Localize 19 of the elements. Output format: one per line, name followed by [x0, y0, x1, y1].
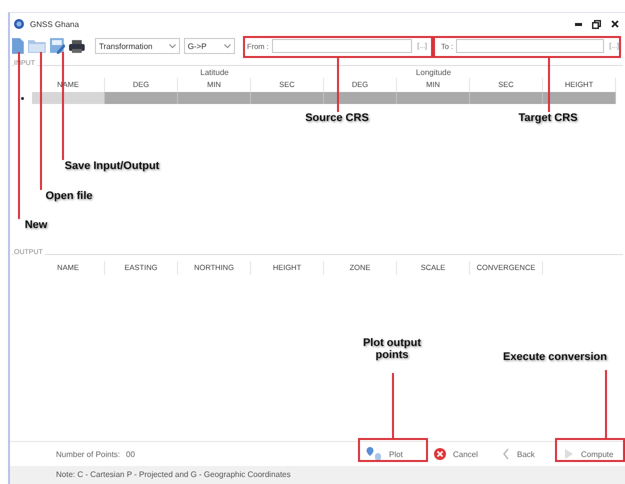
callout-label: Save Input/Output: [64, 160, 160, 172]
dropdown[interactable]: Transformation: [94, 38, 180, 54]
plot-button[interactable]: Plot: [358, 443, 430, 465]
group-header: Latitude: [200, 68, 229, 77]
callout-label: Source CRS: [304, 112, 370, 124]
callout-label: Open file: [44, 190, 94, 202]
callout-label: Execute conversion: [502, 351, 608, 363]
compute-button[interactable]: Compute: [554, 443, 624, 465]
note-text: Note: C - Cartesian P - Projected and G - Geographic Coordinates: [56, 470, 291, 479]
points-count: 00: [126, 450, 135, 458]
dropdown[interactable]: G->P: [184, 38, 235, 54]
callout-label: Target CRS: [517, 112, 579, 124]
window-title: GNSS Ghana: [30, 20, 79, 28]
points-label: Number of Points:: [56, 450, 120, 458]
callout-label: Plot output points: [362, 337, 422, 361]
back-button[interactable]: Back: [492, 443, 554, 465]
cancel-button[interactable]: Cancel: [430, 443, 492, 465]
callout-label: New: [24, 219, 48, 231]
group-header: Longitude: [416, 68, 452, 77]
